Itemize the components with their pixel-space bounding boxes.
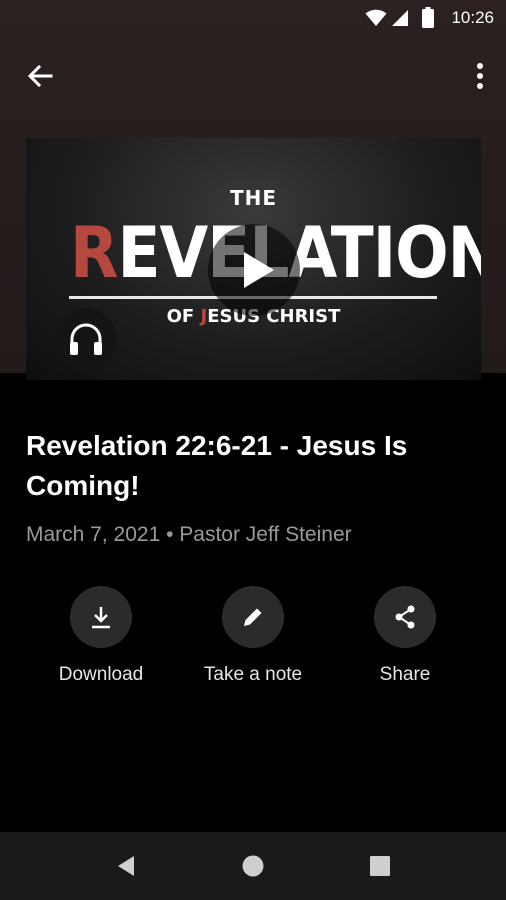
thumbnail-title-top: THE xyxy=(229,186,278,210)
app-bar xyxy=(0,36,506,112)
signal-icon xyxy=(392,10,408,26)
play-icon xyxy=(244,252,274,288)
back-arrow-icon[interactable] xyxy=(22,58,58,94)
status-time: 10:26 xyxy=(451,8,494,27)
nav-recents-icon[interactable] xyxy=(368,854,392,878)
download-icon xyxy=(92,607,110,629)
take-note-button[interactable] xyxy=(222,586,284,648)
status-bar: 10:26 xyxy=(0,0,506,36)
download-action[interactable]: Download xyxy=(25,586,177,686)
nav-back-icon[interactable] xyxy=(114,854,138,878)
more-options-icon[interactable] xyxy=(472,58,488,94)
take-note-label: Take a note xyxy=(203,664,303,685)
nav-home-icon[interactable] xyxy=(241,854,265,878)
audio-mode-button[interactable] xyxy=(55,308,117,370)
pencil-icon xyxy=(244,608,262,626)
play-button[interactable] xyxy=(208,224,300,316)
share-button[interactable] xyxy=(374,586,436,648)
wifi-icon xyxy=(365,9,387,26)
download-label: Download xyxy=(58,664,144,685)
share-label: Share xyxy=(379,664,431,685)
sermon-title: Revelation 22:6-21 - Jesus Is Coming! xyxy=(26,430,408,501)
download-button[interactable] xyxy=(70,586,132,648)
share-action[interactable]: Share xyxy=(329,586,481,686)
battery-icon xyxy=(422,7,434,28)
sermon-meta: March 7, 2021 • Pastor Jeff Steiner xyxy=(26,523,352,546)
headphones-icon xyxy=(70,323,102,355)
take-note-action[interactable]: Take a note xyxy=(177,586,329,686)
share-icon xyxy=(395,605,415,629)
system-nav-bar xyxy=(0,832,506,900)
